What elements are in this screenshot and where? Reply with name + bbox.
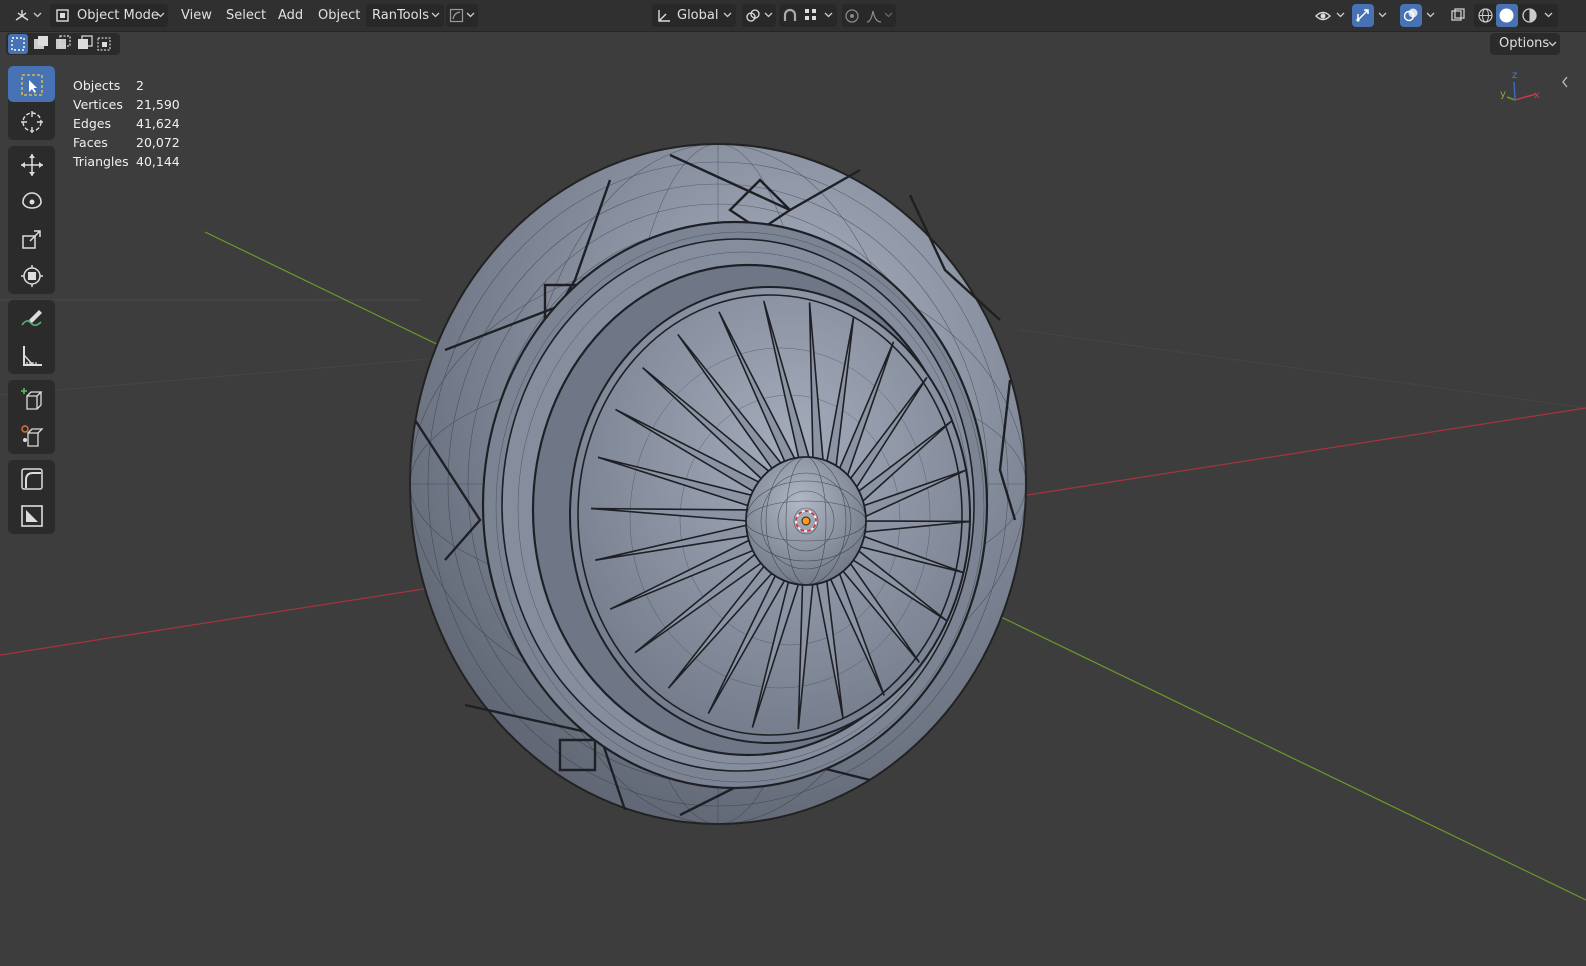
editor-type-button[interactable] xyxy=(8,4,44,27)
select-intersect-icon[interactable] xyxy=(97,37,111,51)
pivot-icon xyxy=(746,9,760,22)
proportional-edit-icon xyxy=(845,9,859,23)
xray-icon xyxy=(1451,8,1465,21)
add-cube-icon xyxy=(21,388,43,410)
stat-value: 41,624 xyxy=(136,116,180,131)
proportional-edit-group[interactable] xyxy=(842,4,896,27)
stat-label: Faces xyxy=(73,135,108,150)
gizmo-z-label: z xyxy=(1512,70,1517,81)
tool-add-object[interactable] xyxy=(8,417,55,453)
menu-object[interactable]: Object xyxy=(318,4,360,27)
navigation-gizmo[interactable]: x y z xyxy=(1494,70,1544,110)
gizmo-dropdown-chevron[interactable] xyxy=(1378,12,1387,18)
snap-icon xyxy=(783,8,797,21)
visibility-dropdown[interactable] xyxy=(1312,4,1348,27)
solid-shading-icon xyxy=(1499,8,1514,23)
pivot-dropdown[interactable] xyxy=(742,4,776,27)
overlay-dropdown-chevron[interactable] xyxy=(1426,12,1435,18)
menu-select[interactable]: Select xyxy=(226,4,266,27)
orientation-dropdown[interactable]: Global xyxy=(652,4,736,27)
tool-move[interactable] xyxy=(8,146,55,182)
cursor-icon xyxy=(21,111,43,133)
select-subtract-icon[interactable] xyxy=(56,35,71,49)
options-label: Options xyxy=(1499,36,1550,51)
material-shading-icon[interactable] xyxy=(1521,7,1538,24)
tool-scale[interactable] xyxy=(8,220,55,256)
solid-shading-button[interactable] xyxy=(1496,4,1518,27)
object-origin xyxy=(801,516,811,526)
toolbar-transform-group xyxy=(8,146,55,294)
transform-orientation-icon xyxy=(658,10,670,22)
rantools-label: RanTools xyxy=(372,8,429,23)
gizmo-icon xyxy=(1356,9,1369,22)
rantools-dropdown[interactable]: RanTools xyxy=(366,4,444,27)
tool-rotate[interactable] xyxy=(8,183,55,219)
overlay-icon xyxy=(1403,8,1418,22)
falloff-icon xyxy=(866,10,882,23)
addon-icon xyxy=(449,8,464,23)
stat-label: Objects xyxy=(73,78,121,93)
snap-target-icon xyxy=(805,9,816,20)
gizmo-y-label: y xyxy=(1500,89,1506,100)
orientation-label: Global xyxy=(677,8,719,23)
selection-mode-group xyxy=(6,33,120,55)
toolbar-add-group xyxy=(8,380,55,454)
stat-label: Vertices xyxy=(73,97,123,112)
tool-select-box[interactable] xyxy=(8,66,55,102)
tool-add-cube[interactable] xyxy=(8,380,55,416)
tool-measure[interactable] xyxy=(8,337,55,373)
tool-image[interactable] xyxy=(8,497,55,533)
addon-dropdown[interactable] xyxy=(446,4,478,27)
image-tool-icon xyxy=(21,505,43,527)
toolbar-select-group xyxy=(8,66,55,140)
stat-value: 40,144 xyxy=(136,154,180,169)
stat-label: Triangles xyxy=(73,154,129,169)
toolbar-custom-group xyxy=(8,460,55,534)
menu-view[interactable]: View xyxy=(181,4,212,27)
transform-icon xyxy=(21,265,43,287)
tool-transform[interactable] xyxy=(8,257,55,293)
annotate-icon xyxy=(21,310,42,327)
tool-curve[interactable] xyxy=(8,460,55,496)
stat-value: 2 xyxy=(136,78,144,93)
move-icon xyxy=(21,154,43,176)
menu-add[interactable]: Add xyxy=(278,4,303,27)
viewport-header: Object Mode View Select Add Object RanTo… xyxy=(0,0,1586,32)
snap-group[interactable] xyxy=(779,4,837,27)
editor-type-icon xyxy=(15,10,29,21)
wireframe-shading-icon[interactable] xyxy=(1477,7,1494,24)
curve-tool-icon xyxy=(21,468,43,490)
gizmo-toggle[interactable] xyxy=(1352,4,1374,27)
rotate-icon xyxy=(22,192,42,209)
measure-icon xyxy=(23,346,42,366)
viewport-canvas[interactable] xyxy=(0,56,1586,966)
add-object-icon xyxy=(21,425,44,447)
mode-dropdown[interactable]: Object Mode xyxy=(50,4,168,27)
object-mode-icon xyxy=(56,9,69,22)
visibility-icon xyxy=(1315,11,1331,21)
mode-label: Object Mode xyxy=(77,8,159,23)
shading-group xyxy=(1474,4,1558,27)
stat-label: Edges xyxy=(73,116,111,131)
options-dropdown[interactable]: Options xyxy=(1490,33,1560,55)
select-invert-icon[interactable] xyxy=(78,35,93,49)
select-box-icon xyxy=(21,74,43,96)
turbine-model[interactable] xyxy=(409,143,1027,825)
overlay-toggle[interactable] xyxy=(1400,4,1422,27)
tool-cursor[interactable] xyxy=(8,103,55,139)
select-new-icon[interactable] xyxy=(8,34,28,54)
toolbar-annotate-group xyxy=(8,300,55,374)
gizmo-x-label: x xyxy=(1534,90,1540,101)
xray-toggle[interactable] xyxy=(1447,4,1469,27)
stat-value: 21,590 xyxy=(136,97,180,112)
stat-value: 20,072 xyxy=(136,135,180,150)
sidebar-toggle-icon[interactable] xyxy=(1560,76,1570,88)
scale-icon xyxy=(22,230,41,249)
tool-annotate[interactable] xyxy=(8,300,55,336)
select-extend-icon[interactable] xyxy=(34,36,48,49)
